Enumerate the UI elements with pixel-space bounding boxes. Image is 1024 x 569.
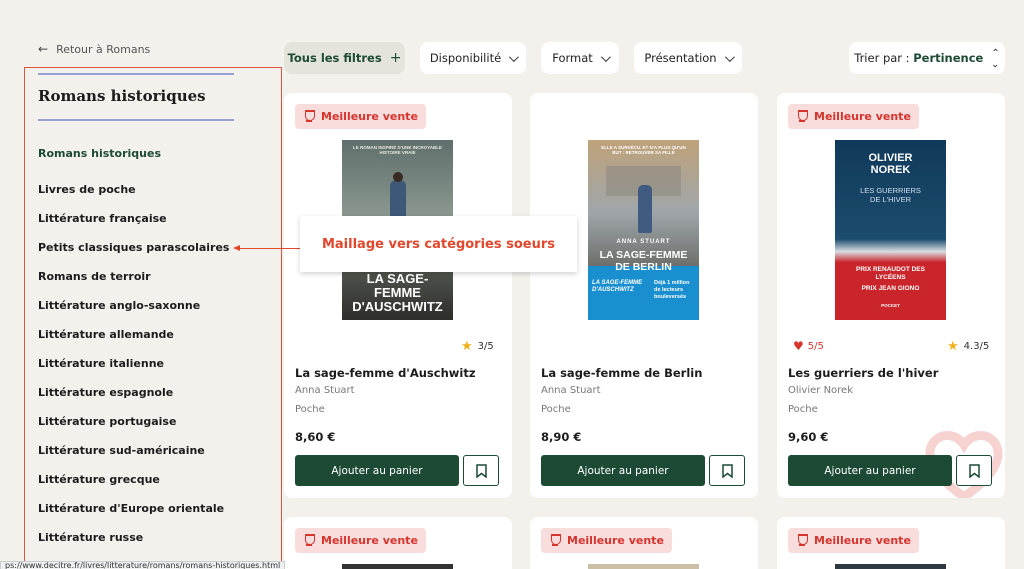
product-title[interactable]: La sage-femme d'Auschwitz bbox=[295, 366, 476, 380]
bookmark-icon bbox=[475, 463, 487, 478]
availability-label: Disponibilité bbox=[429, 51, 502, 65]
trophy-icon bbox=[795, 534, 809, 547]
format-filter[interactable]: Format bbox=[541, 42, 619, 74]
product-author[interactable]: Anna Stuart bbox=[295, 385, 355, 396]
product-card[interactable]: Meilleure vente OLIVIER NOREK LES GUERRI… bbox=[777, 93, 1005, 498]
product-card[interactable]: Meilleure vente bbox=[530, 517, 758, 569]
bookmark-icon bbox=[721, 463, 733, 478]
bookmark-button[interactable] bbox=[709, 455, 745, 486]
rating: ★ 4.3/5 bbox=[947, 339, 990, 354]
product-price: 9,60 € bbox=[788, 430, 829, 444]
sidebar-item[interactable]: Littérature française bbox=[38, 212, 229, 241]
add-to-cart-button[interactable]: Ajouter au panier bbox=[295, 455, 459, 486]
product-format: Poche bbox=[788, 404, 818, 415]
book-cover[interactable]: OLIVIER NOREK LES GUERRIERS DE L'HIVER P… bbox=[835, 140, 946, 320]
book-cover[interactable] bbox=[588, 564, 699, 569]
sort-label: Trier par : Pertinence bbox=[854, 51, 984, 65]
bookmark-icon bbox=[968, 463, 980, 478]
trophy-icon bbox=[302, 534, 316, 547]
bookmark-button[interactable] bbox=[956, 455, 992, 486]
heart-icon: ♥ bbox=[793, 339, 804, 353]
bestseller-badge: Meilleure vente bbox=[295, 104, 426, 129]
product-format: Poche bbox=[541, 404, 571, 415]
bestseller-badge: Meilleure vente bbox=[541, 528, 672, 553]
trophy-icon bbox=[302, 110, 316, 123]
sidebar-title: Romans historiques bbox=[38, 87, 206, 105]
product-price: 8,90 € bbox=[541, 430, 582, 444]
sidebar-item[interactable]: Petits classiques parascolaires bbox=[38, 241, 229, 270]
product-format: Poche bbox=[295, 404, 325, 415]
sidebar-item[interactable]: Littérature portugaise bbox=[38, 415, 229, 444]
add-to-cart-button[interactable]: Ajouter au panier bbox=[541, 455, 705, 486]
category-sidebar: Romans historiques Romans historiques Li… bbox=[24, 67, 282, 562]
sidebar-item[interactable]: Littérature anglo-saxonne bbox=[38, 299, 229, 328]
sidebar-item[interactable]: Romans de terroir bbox=[38, 270, 229, 299]
sidebar-divider bbox=[38, 73, 234, 75]
star-icon: ★ bbox=[947, 339, 959, 354]
sidebar-item[interactable]: Livres de poche bbox=[38, 183, 229, 212]
annotation-callout: Maillage vers catégories soeurs bbox=[300, 216, 577, 272]
sidebar-divider bbox=[38, 119, 234, 121]
sidebar-category-list: Livres de poche Littérature française Pe… bbox=[38, 183, 229, 560]
sidebar-item[interactable]: Littérature allemande bbox=[38, 328, 229, 357]
product-card[interactable]: Meilleure vente LE ROMAN INSPIRÉ D'UNE I… bbox=[284, 93, 512, 498]
all-filters-button[interactable]: Tous les filtres + bbox=[284, 42, 405, 74]
bestseller-badge: Meilleure vente bbox=[788, 104, 919, 129]
heart-rating: ♥ 5/5 bbox=[793, 339, 824, 353]
format-label: Format bbox=[552, 51, 593, 65]
book-cover[interactable] bbox=[835, 564, 946, 569]
bestseller-badge: Meilleure vente bbox=[295, 528, 426, 553]
product-card[interactable]: Meilleure vente bbox=[284, 517, 512, 569]
back-link[interactable]: ← Retour à Romans bbox=[38, 42, 150, 56]
product-author[interactable]: Olivier Norek bbox=[788, 385, 853, 396]
presentation-label: Présentation bbox=[644, 51, 717, 65]
bestseller-badge: Meilleure vente bbox=[788, 528, 919, 553]
status-bar-url: ps://www.decitre.fr/livres/litterature/r… bbox=[0, 561, 286, 569]
trophy-icon bbox=[548, 534, 562, 547]
rating: ★ 3/5 bbox=[461, 339, 494, 354]
product-title[interactable]: La sage-femme de Berlin bbox=[541, 366, 702, 380]
chevron-down-icon bbox=[600, 51, 611, 62]
chevron-down-icon bbox=[509, 51, 520, 62]
sidebar-item[interactable]: Littérature italienne bbox=[38, 357, 229, 386]
chevron-down-icon bbox=[724, 51, 735, 62]
sort-updown-icon: ⌃ ⌃ bbox=[991, 48, 1000, 69]
presentation-filter[interactable]: Présentation bbox=[634, 42, 742, 74]
availability-filter[interactable]: Disponibilité bbox=[420, 42, 526, 74]
trophy-icon bbox=[795, 110, 809, 123]
annotation-arrow-head bbox=[233, 245, 240, 251]
book-cover[interactable]: ELLE A SURVÉCU. ET N'A PLUS QU'UN BUT : … bbox=[588, 140, 699, 320]
sidebar-item[interactable]: Littérature espagnole bbox=[38, 386, 229, 415]
sort-select[interactable]: Trier par : Pertinence ⌃ ⌃ bbox=[849, 42, 1005, 74]
sidebar-item[interactable]: Littérature russe bbox=[38, 531, 229, 560]
back-link-label: Retour à Romans bbox=[56, 42, 151, 56]
product-card[interactable]: Meilleure vente bbox=[777, 517, 1005, 569]
add-to-cart-button[interactable]: Ajouter au panier bbox=[788, 455, 952, 486]
product-author[interactable]: Anna Stuart bbox=[541, 385, 601, 396]
sort-value: Pertinence bbox=[913, 51, 984, 65]
annotation-arrow bbox=[238, 248, 302, 249]
sidebar-item[interactable]: Littérature sud-américaine bbox=[38, 444, 229, 473]
product-title[interactable]: Les guerriers de l'hiver bbox=[788, 366, 938, 380]
bookmark-button[interactable] bbox=[463, 455, 499, 486]
star-icon: ★ bbox=[461, 339, 473, 354]
book-cover[interactable] bbox=[342, 564, 453, 569]
plus-icon: + bbox=[389, 50, 402, 66]
sidebar-current-category[interactable]: Romans historiques bbox=[38, 147, 161, 160]
product-price: 8,60 € bbox=[295, 430, 336, 444]
sidebar-item[interactable]: Littérature d'Europe orientale bbox=[38, 502, 229, 531]
sidebar-item[interactable]: Littérature grecque bbox=[38, 473, 229, 502]
all-filters-label: Tous les filtres bbox=[287, 51, 382, 65]
arrow-left-icon: ← bbox=[38, 42, 49, 56]
product-card[interactable]: ELLE A SURVÉCU. ET N'A PLUS QU'UN BUT : … bbox=[530, 93, 758, 498]
